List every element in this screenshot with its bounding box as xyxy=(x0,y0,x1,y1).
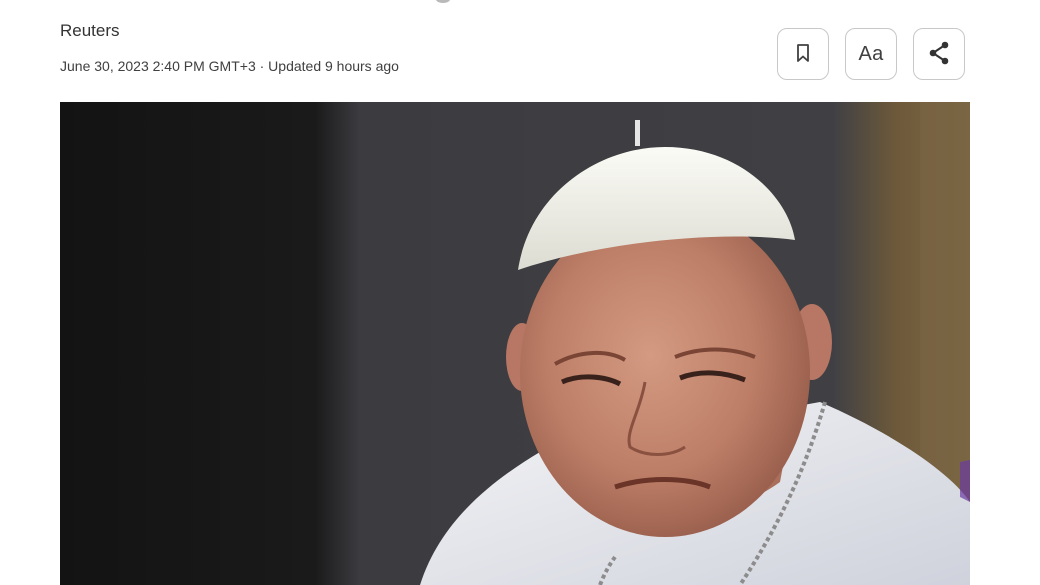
text-size-button[interactable]: Aa xyxy=(845,28,897,80)
article-hero-image xyxy=(60,102,970,585)
bookmark-button[interactable] xyxy=(777,28,829,80)
bookmark-icon xyxy=(795,43,811,66)
article-byline: Reuters June 30, 2023 2:40 PM GMT+3 · Up… xyxy=(60,20,399,76)
share-button[interactable] xyxy=(913,28,965,80)
article-toolbar: Aa xyxy=(777,28,965,80)
article-page: Reuters June 30, 2023 2:40 PM GMT+3 · Up… xyxy=(0,0,1040,585)
share-icon xyxy=(926,40,952,69)
article-timestamp: June 30, 2023 2:40 PM GMT+3 · Updated 9 … xyxy=(60,58,399,74)
clipped-headline-fragment xyxy=(436,0,450,3)
text-size-label: Aa xyxy=(858,42,884,65)
article-author[interactable]: Reuters xyxy=(60,20,399,42)
